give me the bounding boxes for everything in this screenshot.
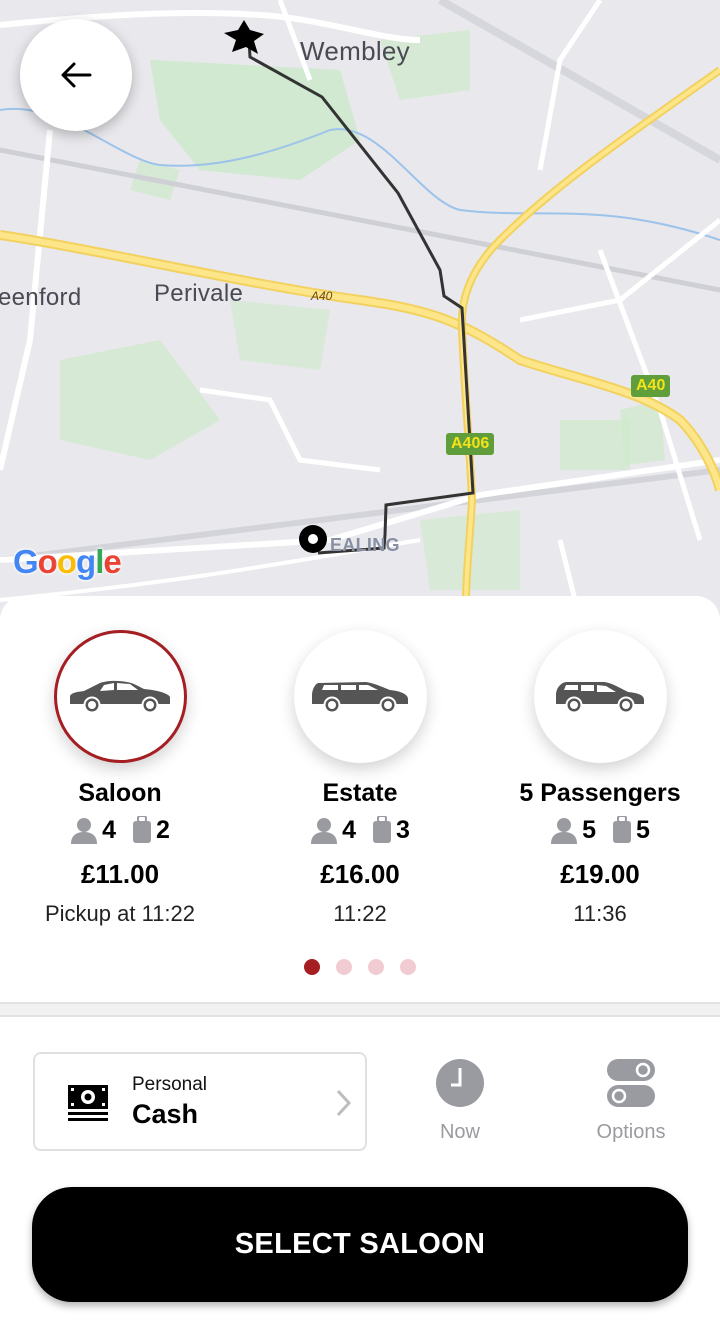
payment-method-selector[interactable]: Personal Cash <box>33 1052 367 1151</box>
vehicle-selection-sheet: Saloon 4 2 £11.00 Pickup at 11:22 Estate… <box>0 596 720 1339</box>
vehicle-price: £19.00 <box>560 859 640 889</box>
mpv-car-icon <box>556 681 644 713</box>
vehicle-name: Saloon <box>78 779 162 807</box>
vehicle-name: Estate <box>322 779 398 807</box>
arrow-left-icon <box>61 62 92 88</box>
vehicle-option-5-passengers[interactable]: 5 Passengers 5 5 £19.00 11:36 <box>480 630 720 929</box>
pickup-time-label: Now <box>439 1121 480 1143</box>
passenger-icon <box>71 818 98 844</box>
vehicle-eta: Pickup at 11:22 <box>44 901 196 926</box>
saloon-car-icon <box>70 680 170 713</box>
booking-controls: Personal Cash Now Options <box>0 1052 720 1152</box>
pickup-time-button[interactable]: Now <box>405 1058 515 1144</box>
passenger-count: 5 <box>582 815 596 844</box>
road-shield-a406: A406 <box>446 433 495 455</box>
map-label-ealing: EALING <box>330 535 400 555</box>
map-label-greenford: eenford <box>0 284 82 311</box>
cash-icon <box>68 1085 108 1121</box>
pager-dot[interactable] <box>368 959 384 975</box>
clock-icon <box>436 1059 484 1107</box>
vehicle-capacity: 5 5 <box>480 813 720 847</box>
luggage-icon <box>373 816 391 843</box>
vehicle-icon-circle <box>533 630 667 763</box>
passenger-count: 4 <box>342 815 356 844</box>
passenger-icon <box>551 818 578 844</box>
luggage-count: 2 <box>156 815 170 844</box>
vehicle-option-estate[interactable]: Estate 4 3 £16.00 11:22 <box>240 630 480 929</box>
map-label-wembley: Wembley <box>300 36 410 66</box>
vehicle-option-saloon[interactable]: Saloon 4 2 £11.00 Pickup at 11:22 <box>0 630 240 929</box>
payment-type: Personal <box>132 1074 207 1095</box>
luggage-icon <box>133 816 151 843</box>
passenger-count: 4 <box>102 815 116 844</box>
luggage-icon <box>613 816 631 843</box>
toggles-icon <box>607 1059 655 1107</box>
options-button[interactable]: Options <box>576 1058 686 1144</box>
passenger-icon <box>311 818 338 844</box>
pager-dot[interactable] <box>304 959 320 975</box>
vehicle-icon-circle <box>53 630 187 763</box>
select-vehicle-button[interactable]: SELECT SALOON <box>32 1187 688 1302</box>
options-label: Options <box>596 1121 666 1143</box>
vehicle-capacity: 4 2 <box>0 813 240 847</box>
luggage-count: 5 <box>636 815 650 844</box>
vehicle-icon-circle <box>293 630 427 763</box>
luggage-count: 3 <box>396 815 410 844</box>
estate-car-icon <box>312 681 408 713</box>
vehicle-eta: 11:36 <box>573 901 627 926</box>
vehicle-name: 5 Passengers <box>519 779 681 807</box>
carousel-pager <box>0 959 720 975</box>
road-shield-a40: A40 <box>631 375 671 397</box>
vehicle-capacity: 4 3 <box>240 813 480 847</box>
destination-marker-icon <box>224 20 264 54</box>
payment-method: Cash <box>132 1099 199 1129</box>
section-divider <box>0 1002 720 1017</box>
vehicle-carousel[interactable]: Saloon 4 2 £11.00 Pickup at 11:22 Estate… <box>0 630 720 950</box>
chevron-right-icon <box>336 1089 352 1117</box>
pager-dot[interactable] <box>400 959 416 975</box>
back-button[interactable] <box>20 19 132 131</box>
vehicle-eta: 11:22 <box>333 901 387 926</box>
map-label-perivale: Perivale <box>154 280 244 307</box>
road-label-a40: A40 <box>311 289 333 303</box>
vehicle-price: £11.00 <box>80 859 160 889</box>
google-logo: Google <box>13 543 122 580</box>
pager-dot[interactable] <box>336 959 352 975</box>
vehicle-price: £16.00 <box>320 859 400 889</box>
map-view[interactable]: Wembley eenford Perivale EALING A40 A40 … <box>0 0 720 620</box>
